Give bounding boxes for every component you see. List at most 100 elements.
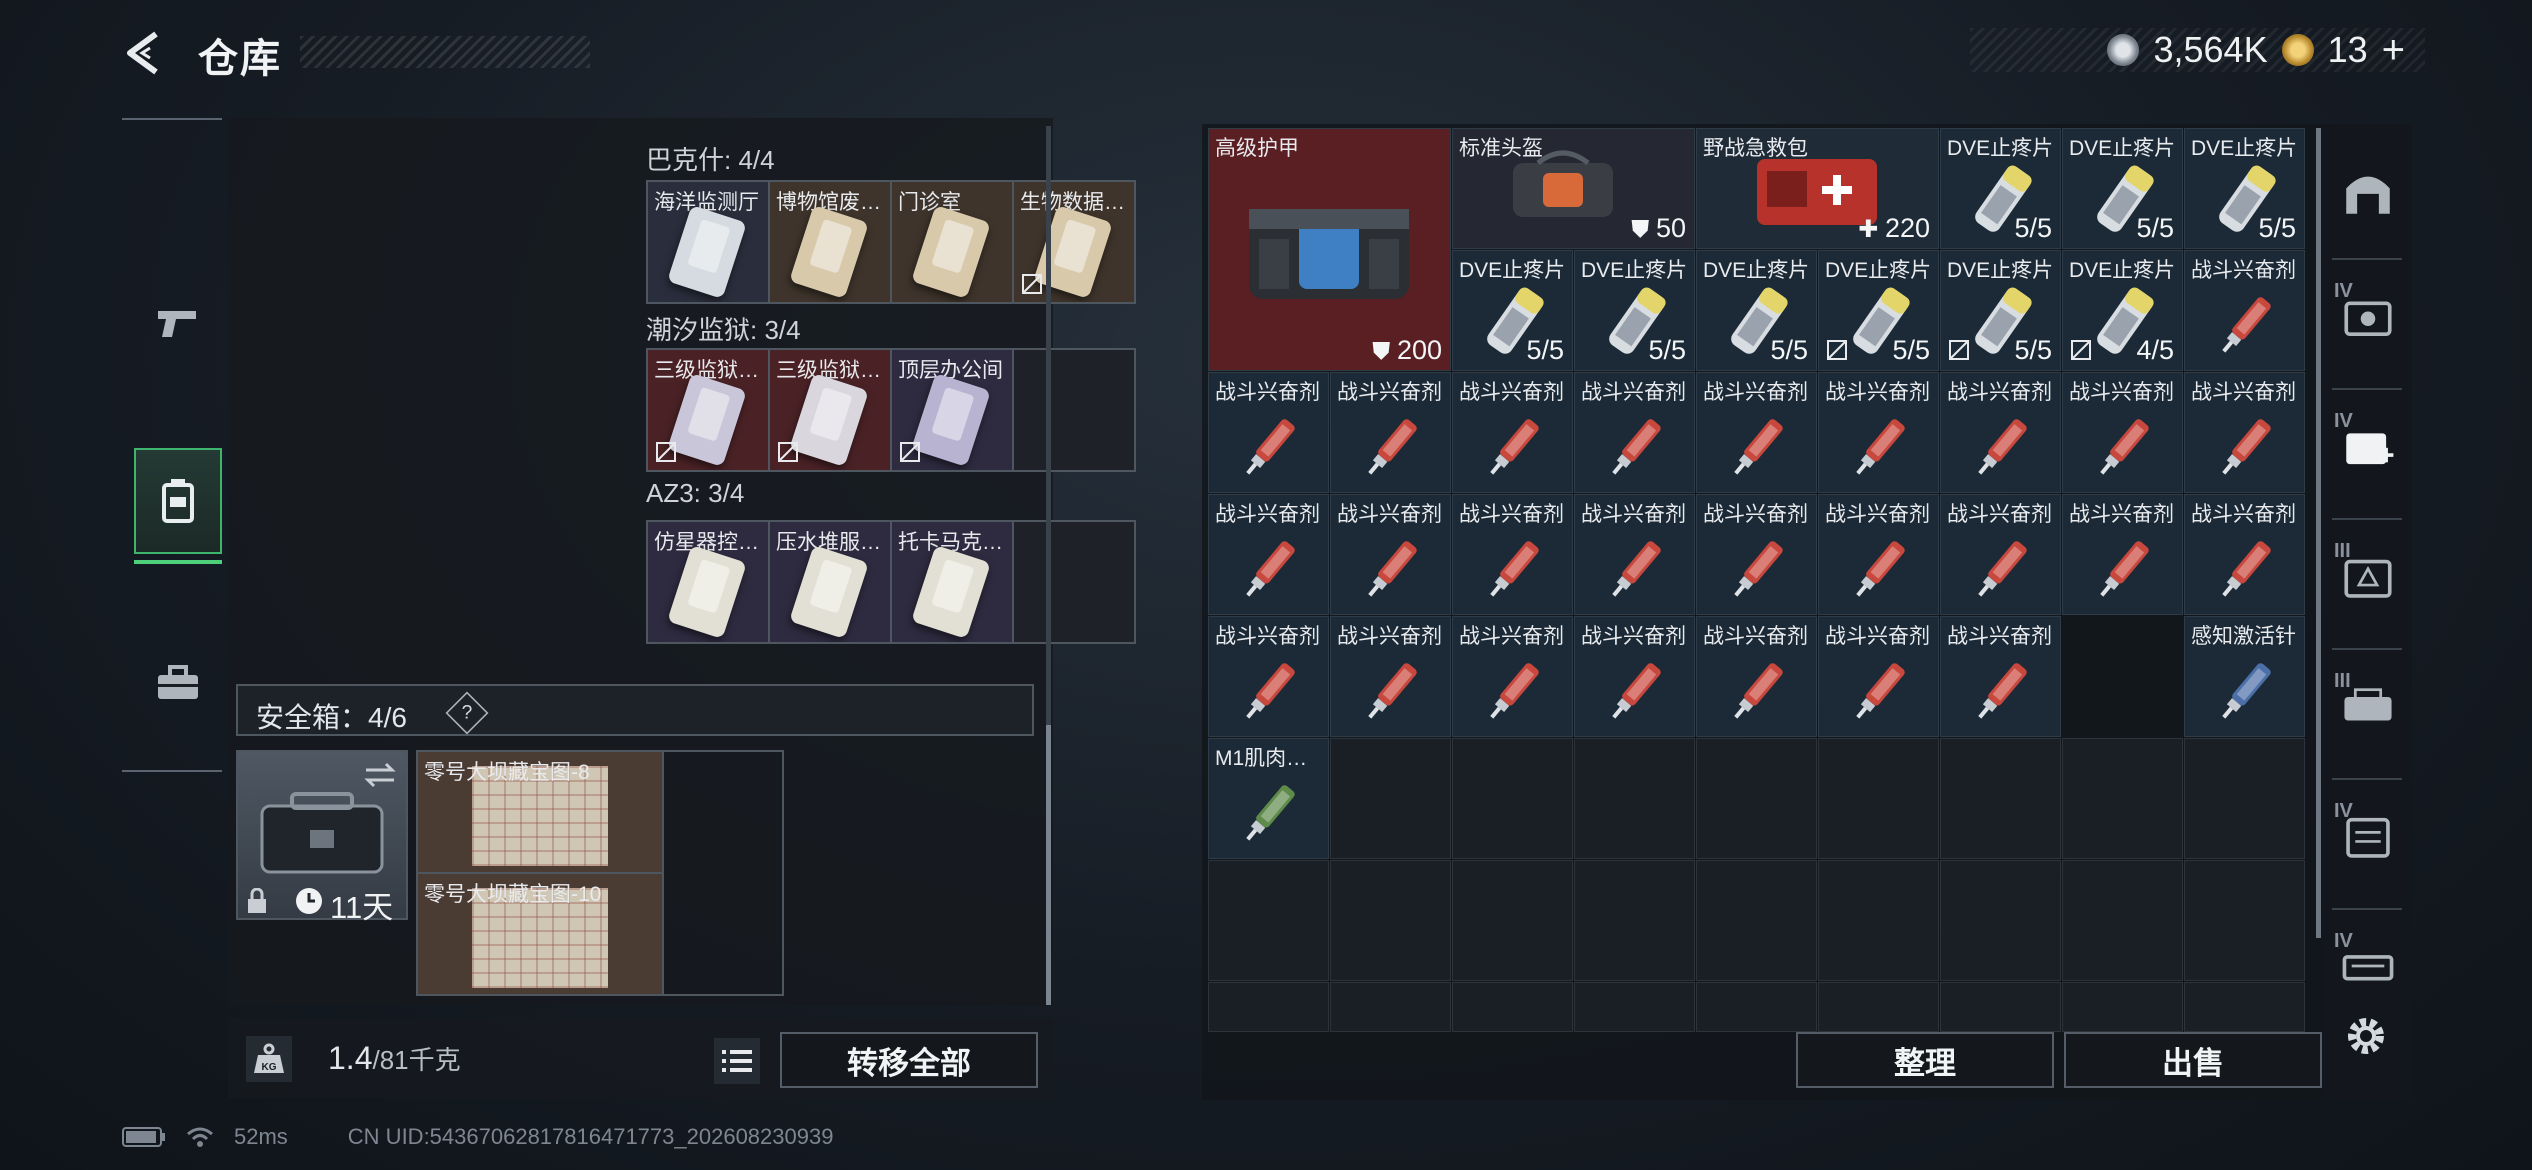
combat-stimulant-item[interactable]: 战斗兴奋剂 (1940, 616, 2061, 737)
combat-stimulant-item[interactable]: 战斗兴奋剂 (1208, 494, 1329, 615)
combat-stimulant-item[interactable]: 战斗兴奋剂 (1818, 372, 1939, 493)
painkiller-item[interactable]: DVE止疼片 5/5 (1696, 250, 1817, 371)
collection-item[interactable]: 三级监狱… (770, 350, 892, 470)
tab-toolbox[interactable] (134, 630, 222, 736)
combat-stimulant-item[interactable]: 战斗兴奋剂 (1940, 372, 2061, 493)
m1-muscle-item[interactable]: M1肌肉… (1208, 738, 1329, 859)
list-view-button[interactable] (714, 1038, 760, 1084)
stash-tab-arch[interactable] (2336, 160, 2400, 224)
empty-slot[interactable] (1574, 860, 1695, 981)
collection-item[interactable]: 博物馆废… (770, 182, 892, 302)
treasure-map-item[interactable]: 零号大坝藏宝图-10 (418, 874, 662, 994)
empty-slot[interactable] (1574, 738, 1695, 859)
empty-slot[interactable] (1452, 738, 1573, 859)
helmet-item[interactable]: 标准头盔 ⛊ 50 (1452, 128, 1695, 249)
combat-stimulant-item[interactable]: 战斗兴奋剂 (1452, 616, 1573, 737)
empty-slot[interactable] (1452, 860, 1573, 981)
combat-stimulant-item[interactable]: 战斗兴奋剂 (2062, 494, 2183, 615)
safe-box-timer: 11天 (330, 890, 394, 925)
collection-item[interactable]: 海洋监测厅 (648, 182, 770, 302)
sensor-injector-item[interactable]: 感知激活针 (2184, 616, 2305, 737)
empty-slot[interactable] (2184, 860, 2305, 981)
combat-stimulant-item[interactable]: 战斗兴奋剂 (1696, 616, 1817, 737)
empty-slot[interactable] (1696, 982, 1817, 1032)
empty-slot[interactable] (1818, 860, 1939, 981)
combat-stimulant-item[interactable]: 战斗兴奋剂 (1208, 372, 1329, 493)
painkiller-item[interactable]: DVE止疼片 5/5 (1452, 250, 1573, 371)
combat-stimulant-item[interactable]: 战斗兴奋剂 (1818, 616, 1939, 737)
combat-stimulant-item[interactable]: 战斗兴奋剂 (1696, 494, 1817, 615)
empty-slot[interactable] (1696, 738, 1817, 859)
safe-box-slot[interactable]: 11天 (236, 750, 408, 925)
combat-stimulant-item[interactable]: 战斗兴奋剂 (1940, 494, 2061, 615)
empty-slot[interactable] (2184, 738, 2305, 859)
right-scrollbar-thumb[interactable] (2316, 128, 2321, 938)
tab-vest-active[interactable] (134, 448, 222, 554)
gear-icon[interactable] (2342, 1012, 2390, 1060)
empty-slot[interactable] (2184, 982, 2305, 1032)
painkiller-item[interactable]: DVE止疼片 5/5 (1940, 128, 2061, 249)
empty-slot[interactable] (1574, 982, 1695, 1032)
weight-current: 1.4 (328, 1040, 373, 1076)
combat-stimulant-item[interactable]: 战斗兴奋剂 (1818, 494, 1939, 615)
combat-stimulant-item[interactable]: 战斗兴奋剂 (1330, 372, 1451, 493)
treasure-map-item[interactable]: 零号大坝藏宝图-8 (418, 752, 662, 874)
combat-stimulant-item[interactable]: 战斗兴奋剂 (1574, 372, 1695, 493)
add-currency-button[interactable]: + (2382, 28, 2405, 73)
combat-stimulant-item[interactable]: 战斗兴奋剂 (2184, 494, 2305, 615)
collection-item[interactable]: 托卡马克… (892, 522, 1014, 642)
left-scrollbar-thumb[interactable] (1046, 725, 1051, 1005)
empty-slot[interactable] (2062, 982, 2183, 1032)
combat-stimulant-item[interactable]: 战斗兴奋剂 (1452, 494, 1573, 615)
collection-item[interactable]: 三级监狱… (648, 350, 770, 470)
combat-stimulant-item[interactable]: 战斗兴奋剂 (1696, 372, 1817, 493)
empty-slot[interactable] (1940, 738, 2061, 859)
empty-slot[interactable] (1696, 860, 1817, 981)
help-icon[interactable]: ? (445, 691, 489, 735)
collection-item[interactable]: 生物数据… (1014, 182, 1134, 302)
empty-slot[interactable] (1014, 522, 1134, 642)
item-label: 战斗兴奋剂 (2069, 503, 2174, 526)
combat-stimulant-item[interactable]: 战斗兴奋剂 (2062, 372, 2183, 493)
combat-stimulant-item[interactable]: 战斗兴奋剂 (1330, 494, 1451, 615)
combat-stimulant-item[interactable]: 战斗兴奋剂 (2184, 372, 2305, 493)
empty-slot[interactable] (1330, 982, 1451, 1032)
empty-slot[interactable] (1330, 860, 1451, 981)
empty-slot[interactable] (2062, 860, 2183, 981)
painkiller-item[interactable]: DVE止疼片 5/5 (2184, 128, 2305, 249)
empty-slot[interactable] (1208, 982, 1329, 1032)
combat-stimulant-item[interactable]: 战斗兴奋剂 (1574, 616, 1695, 737)
collection-item[interactable]: 压水堆服… (770, 522, 892, 642)
empty-slot[interactable] (1014, 350, 1134, 470)
sort-button[interactable]: 整理 (1796, 1032, 2054, 1088)
medkit-item[interactable]: 野战急救包 ✚ 220 (1696, 128, 1939, 249)
empty-slot[interactable] (1452, 982, 1573, 1032)
painkiller-item[interactable]: DVE止疼片 5/5 (1940, 250, 2061, 371)
empty-slot[interactable] (1818, 982, 1939, 1032)
painkiller-item[interactable]: DVE止疼片 5/5 (1818, 250, 1939, 371)
empty-slot[interactable] (1940, 982, 2061, 1032)
transfer-all-button[interactable]: 转移全部 (780, 1032, 1038, 1088)
combat-stimulant-item[interactable]: 战斗兴奋剂 (1452, 372, 1573, 493)
empty-slot[interactable] (1818, 738, 1939, 859)
collection-item[interactable]: 顶层办公间 (892, 350, 1014, 470)
empty-slot[interactable] (1940, 860, 2061, 981)
painkiller-item[interactable]: DVE止疼片 5/5 (1574, 250, 1695, 371)
stim-injector-icon (1978, 419, 2027, 475)
collection-item[interactable]: 仿星器控… (648, 522, 770, 642)
sell-button[interactable]: 出售 (2064, 1032, 2322, 1088)
combat-stimulant-item[interactable]: 战斗兴奋剂 (1330, 616, 1451, 737)
empty-slot[interactable] (1330, 738, 1451, 859)
empty-slot[interactable] (2062, 738, 2183, 859)
empty-slot[interactable] (1208, 860, 1329, 981)
painkiller-item[interactable]: DVE止疼片 4/5 (2062, 250, 2183, 371)
armor-item[interactable]: 高级护甲 ⛊ 200 (1208, 128, 1451, 371)
combat-stimulant-item[interactable]: 战斗兴奋剂 (2184, 250, 2305, 371)
tab-weapons[interactable] (134, 270, 222, 376)
back-arrow-icon[interactable] (120, 28, 170, 78)
swap-icon[interactable] (362, 760, 398, 790)
combat-stimulant-item[interactable]: 战斗兴奋剂 (1208, 616, 1329, 737)
combat-stimulant-item[interactable]: 战斗兴奋剂 (1574, 494, 1695, 615)
collection-item[interactable]: 门诊室 (892, 182, 1014, 302)
painkiller-item[interactable]: DVE止疼片 5/5 (2062, 128, 2183, 249)
